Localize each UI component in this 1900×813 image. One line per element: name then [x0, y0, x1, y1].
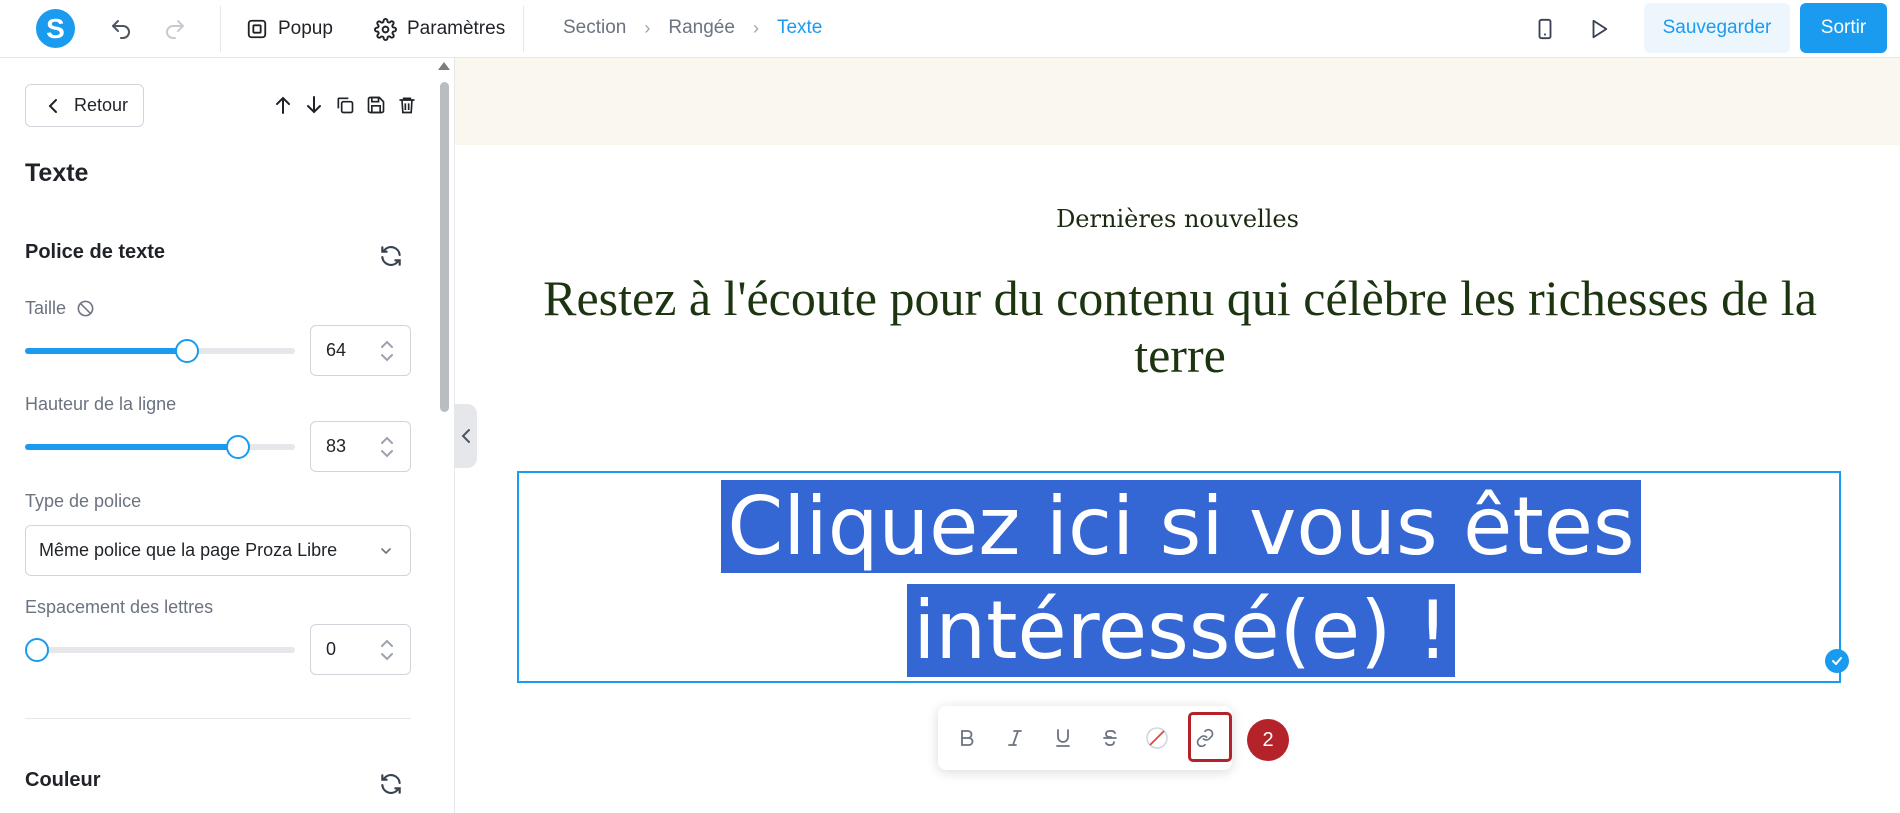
- popup-label: Popup: [278, 18, 333, 39]
- slider-handle[interactable]: [226, 435, 251, 459]
- previous-section-image[interactable]: [455, 58, 1900, 145]
- settings-panel: Retour Texte Police de texte Taille 64 H…: [0, 58, 455, 813]
- text-color-icon[interactable]: [1145, 726, 1169, 750]
- stepper-icon[interactable]: [380, 637, 394, 663]
- undo-icon[interactable]: [106, 14, 136, 44]
- line-height-label: Hauteur de la ligne: [25, 394, 177, 414]
- editor-canvas: Dernières nouvelles Restez à l'écoute po…: [455, 58, 1900, 813]
- breadcrumb-section[interactable]: Section: [563, 17, 626, 39]
- mobile-preview-icon[interactable]: [1530, 14, 1560, 44]
- stepper-icon[interactable]: [380, 434, 394, 460]
- popup-button[interactable]: Popup: [246, 12, 333, 46]
- cta-text[interactable]: Cliquez ici si vous êtes intéressé(e) !: [519, 475, 1843, 683]
- panel-title: Texte: [25, 159, 89, 187]
- selected-text-line-2[interactable]: intéressé(e) !: [907, 584, 1455, 677]
- line-height-input[interactable]: 83: [310, 421, 411, 472]
- reset-icon[interactable]: [378, 243, 404, 269]
- move-up-icon[interactable]: [272, 94, 293, 115]
- collapse-panel-button[interactable]: [455, 404, 477, 468]
- bold-icon[interactable]: [955, 726, 979, 750]
- italic-icon[interactable]: [1003, 726, 1027, 750]
- font-type-select[interactable]: Même police que la page Proza Libre: [25, 525, 411, 576]
- breadcrumb-row[interactable]: Rangée: [668, 17, 735, 39]
- breadcrumb-text[interactable]: Texte: [777, 17, 822, 39]
- underline-icon[interactable]: [1051, 726, 1075, 750]
- back-label: Retour: [74, 95, 129, 115]
- section-eyebrow[interactable]: Dernières nouvelles: [455, 205, 1900, 233]
- size-value: 64: [326, 340, 347, 360]
- slider-fill: [25, 444, 239, 450]
- chevron-left-icon: [461, 429, 470, 443]
- font-type-label: Type de police: [25, 491, 142, 511]
- check-icon: [1825, 649, 1849, 673]
- letter-spacing-value: 0: [326, 639, 337, 659]
- settings-label: Paramètres: [407, 18, 506, 39]
- element-actions: [272, 94, 417, 115]
- font-type-value: Même police que la page Proza Libre: [39, 540, 338, 560]
- letter-spacing-label: Espacement des lettres: [25, 597, 214, 617]
- top-toolbar: S Popup Paramètres Section › Rangée › Te…: [0, 0, 1900, 58]
- toolbar-divider: [523, 6, 524, 52]
- delete-icon[interactable]: [396, 94, 417, 115]
- settings-button[interactable]: Paramètres: [374, 12, 505, 46]
- strikethrough-icon[interactable]: [1098, 726, 1122, 750]
- size-label: Taille: [25, 298, 67, 318]
- link-button-highlight[interactable]: [1188, 712, 1232, 762]
- chevron-right-icon: ›: [644, 17, 651, 38]
- selected-text-block[interactable]: Cliquez ici si vous êtes intéressé(e) !: [517, 471, 1849, 683]
- disabled-icon[interactable]: [76, 299, 95, 318]
- chevron-down-icon: [381, 548, 391, 555]
- selected-text-line-1[interactable]: Cliquez ici si vous êtes: [721, 480, 1641, 573]
- step-badge: 2: [1247, 719, 1289, 761]
- redo-icon[interactable]: [160, 14, 190, 44]
- toolbar-divider: [220, 6, 221, 52]
- breadcrumb: Section › Rangée › Texte: [563, 17, 822, 39]
- back-button[interactable]: Retour: [25, 84, 144, 127]
- save-button[interactable]: Sauvegarder: [1644, 3, 1790, 53]
- duplicate-icon[interactable]: [334, 94, 355, 115]
- letter-spacing-slider[interactable]: [25, 638, 295, 662]
- letter-spacing-input[interactable]: 0: [310, 624, 411, 675]
- slider-fill: [25, 348, 187, 354]
- chevron-left-icon: [48, 98, 57, 113]
- app-logo[interactable]: S: [36, 9, 75, 48]
- line-height-slider[interactable]: [25, 435, 295, 459]
- slider-handle[interactable]: [25, 638, 49, 662]
- scrollbar-thumb[interactable]: [440, 82, 449, 412]
- font-section-title: Police de texte: [25, 241, 166, 263]
- scroll-up-icon[interactable]: [438, 62, 450, 70]
- line-height-value: 83: [326, 436, 347, 456]
- save-template-icon[interactable]: [365, 94, 386, 115]
- move-down-icon[interactable]: [303, 94, 324, 115]
- section-headline[interactable]: Restez à l'écoute pour du contenu qui cé…: [535, 270, 1825, 384]
- size-slider[interactable]: [25, 339, 295, 363]
- stepper-icon[interactable]: [380, 338, 394, 364]
- play-preview-icon[interactable]: [1584, 14, 1614, 44]
- slider-handle[interactable]: [175, 339, 199, 363]
- chevron-right-icon: ›: [752, 17, 759, 38]
- popup-icon: [247, 19, 267, 39]
- section-divider: [25, 718, 411, 719]
- reset-icon[interactable]: [378, 771, 404, 797]
- size-field-label: Taille: [25, 298, 95, 319]
- size-input[interactable]: 64: [310, 325, 411, 376]
- gear-icon: [374, 17, 397, 41]
- color-section-title: Couleur: [25, 769, 101, 791]
- exit-button[interactable]: Sortir: [1800, 3, 1887, 53]
